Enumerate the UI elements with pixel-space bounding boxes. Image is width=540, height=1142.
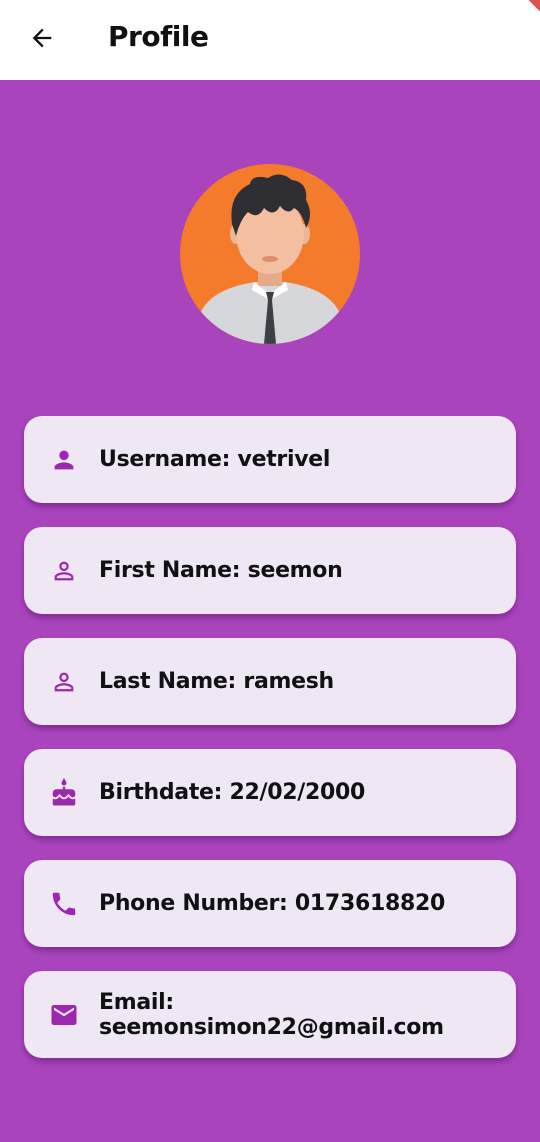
person-filled-icon (49, 445, 79, 475)
phone-label: Phone Number: 0173618820 (99, 891, 445, 916)
first-name-card[interactable]: First Name: seemon (24, 527, 516, 614)
username-card[interactable]: Username: vetrivel (24, 416, 516, 503)
email-card[interactable]: Email: seemonsimon22@gmail.com (24, 971, 516, 1058)
cake-icon (49, 777, 79, 808)
phone-card[interactable]: Phone Number: 0173618820 (24, 860, 516, 947)
page-title: Profile (108, 20, 209, 53)
phone-icon (49, 889, 79, 919)
birthdate-card[interactable]: Birthdate: 22/02/2000 (24, 749, 516, 836)
arrow-back-icon (32, 28, 52, 48)
person-outline-icon (49, 667, 79, 697)
last-name-card[interactable]: Last Name: ramesh (24, 638, 516, 725)
first-name-label: First Name: seemon (99, 558, 343, 583)
debug-banner (510, 0, 540, 30)
email-icon (49, 1000, 79, 1030)
last-name-label: Last Name: ramesh (99, 669, 334, 694)
back-button[interactable] (22, 18, 62, 58)
email-label: Email: seemonsimon22@gmail.com (99, 989, 444, 1040)
app-bar: Profile (0, 0, 540, 80)
person-outline-icon (49, 556, 79, 586)
avatar (180, 164, 360, 344)
username-label: Username: vetrivel (99, 447, 331, 472)
birthdate-label: Birthdate: 22/02/2000 (99, 780, 366, 805)
